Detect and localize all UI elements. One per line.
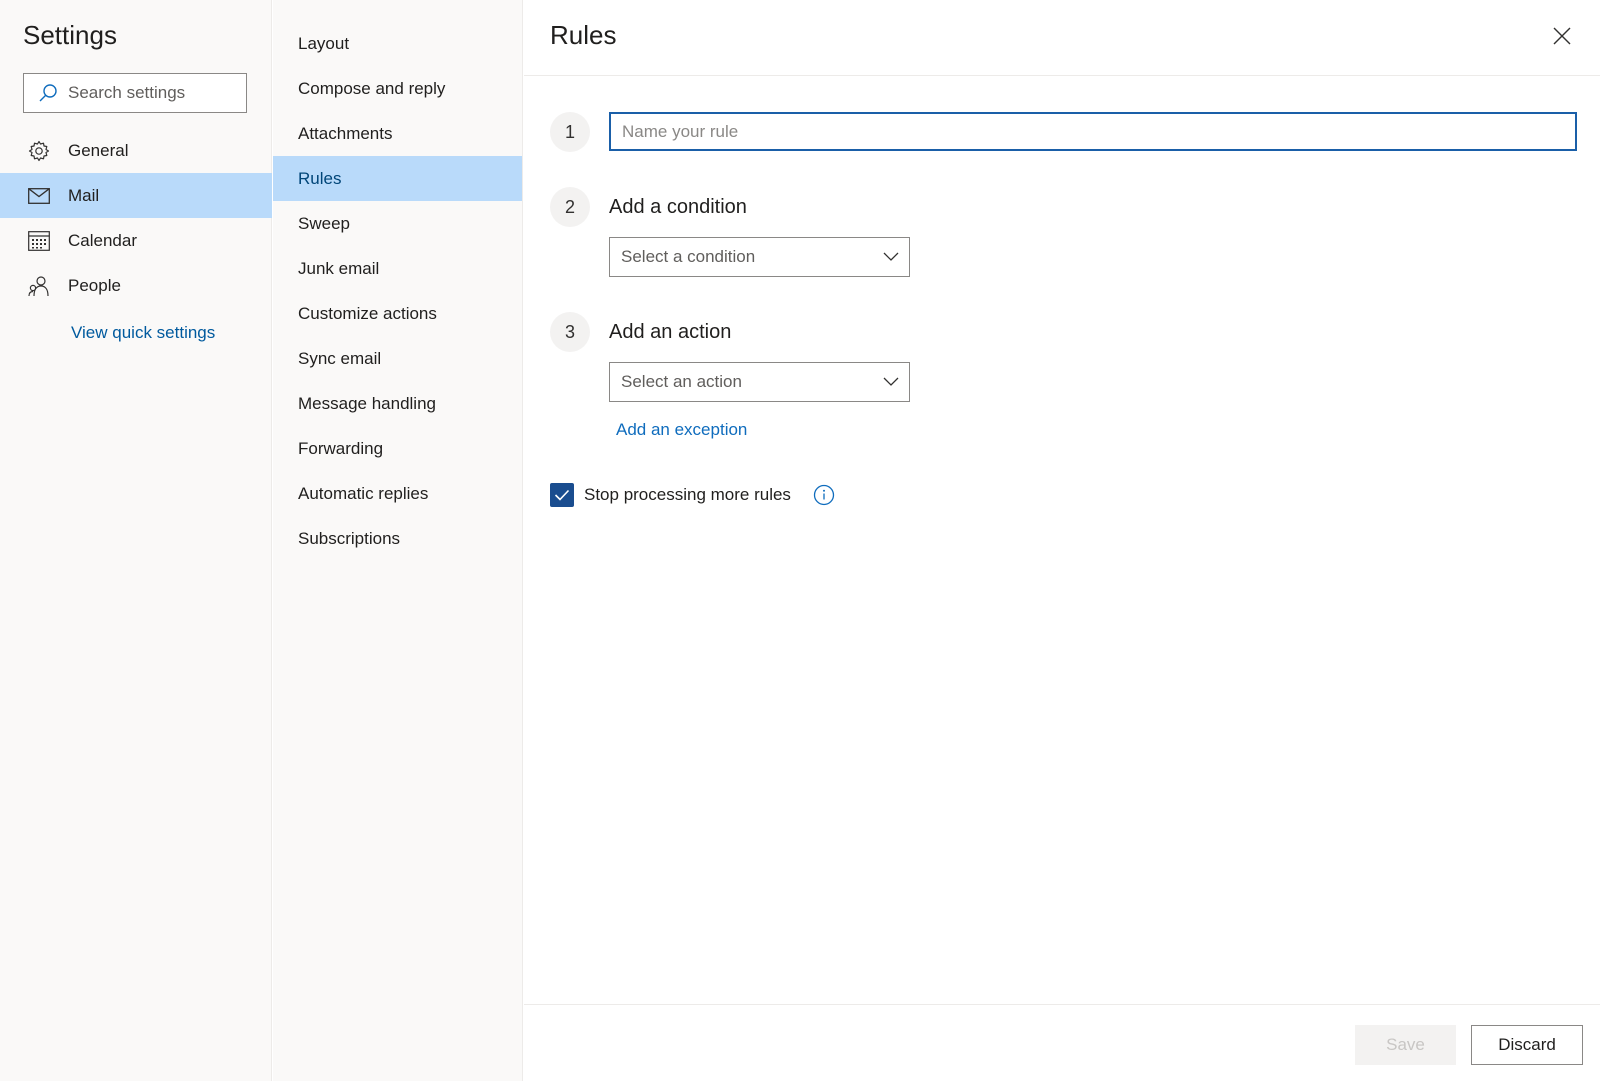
menu-item-junk-email[interactable]: Junk email <box>273 246 522 291</box>
close-button[interactable] <box>1550 24 1574 48</box>
nav-item-label: People <box>68 275 121 295</box>
menu-item-rules[interactable]: Rules <box>273 156 522 201</box>
settings-nav-list: General Mail Calendar People <box>0 128 272 308</box>
chevron-down-icon <box>883 377 899 386</box>
nav-item-label: General <box>68 140 129 160</box>
menu-item-message-handling[interactable]: Message handling <box>273 381 522 426</box>
search-icon <box>39 84 57 102</box>
menu-item-sweep[interactable]: Sweep <box>273 201 522 246</box>
settings-title: Settings <box>23 20 117 50</box>
stop-processing-checkbox[interactable] <box>550 483 574 507</box>
rules-header: Rules <box>524 0 1600 76</box>
menu-item-subscriptions[interactable]: Subscriptions <box>273 516 522 561</box>
search-settings-box[interactable] <box>23 73 247 113</box>
rules-footer: Save Discard <box>524 1004 1600 1081</box>
chevron-down-icon <box>883 252 899 261</box>
view-quick-settings-link[interactable]: View quick settings <box>71 323 215 343</box>
action-dropdown-placeholder: Select an action <box>621 372 742 391</box>
stop-processing-label[interactable]: Stop processing more rules <box>584 485 791 505</box>
condition-dropdown-placeholder: Select a condition <box>621 247 756 266</box>
discard-button[interactable]: Discard <box>1471 1025 1583 1065</box>
add-exception-link[interactable]: Add an exception <box>616 420 747 440</box>
menu-item-compose-and-reply[interactable]: Compose and reply <box>273 66 522 111</box>
action-dropdown[interactable]: Select an action <box>609 362 910 402</box>
menu-item-customize-actions[interactable]: Customize actions <box>273 291 522 336</box>
rule-name-input[interactable] <box>609 112 1577 151</box>
nav-item-general[interactable]: General <box>0 128 272 173</box>
step-2-badge: 2 <box>550 187 590 227</box>
mail-icon <box>26 183 52 209</box>
gear-icon <box>26 138 52 164</box>
page-title: Rules <box>550 20 617 50</box>
settings-nav-pane: Settings General Mail <box>0 0 272 1081</box>
checkmark-icon <box>554 489 570 501</box>
mail-settings-menu: Layout Compose and reply Attachments Rul… <box>273 0 523 1081</box>
nav-item-label: Mail <box>68 185 100 205</box>
add-action-title: Add an action <box>609 321 732 343</box>
rules-editor-pane: Rules 1 2 Add a condition Select a condi… <box>524 0 1600 1081</box>
condition-dropdown[interactable]: Select a condition <box>609 237 910 277</box>
menu-item-automatic-replies[interactable]: Automatic replies <box>273 471 522 516</box>
calendar-icon <box>26 228 52 254</box>
add-condition-title: Add a condition <box>609 196 747 218</box>
menu-item-layout[interactable]: Layout <box>273 21 522 66</box>
search-settings-input[interactable] <box>68 83 228 103</box>
people-icon <box>26 273 52 299</box>
menu-item-sync-email[interactable]: Sync email <box>273 336 522 381</box>
save-button[interactable]: Save <box>1355 1025 1456 1065</box>
nav-item-mail[interactable]: Mail <box>0 173 272 218</box>
info-icon[interactable] <box>813 484 835 506</box>
step-1-badge: 1 <box>550 112 590 152</box>
nav-item-people[interactable]: People <box>0 263 272 308</box>
step-3-badge: 3 <box>550 312 590 352</box>
nav-item-calendar[interactable]: Calendar <box>0 218 272 263</box>
close-icon <box>1553 27 1571 45</box>
menu-item-forwarding[interactable]: Forwarding <box>273 426 522 471</box>
nav-item-label: Calendar <box>68 230 137 250</box>
menu-item-attachments[interactable]: Attachments <box>273 111 522 156</box>
